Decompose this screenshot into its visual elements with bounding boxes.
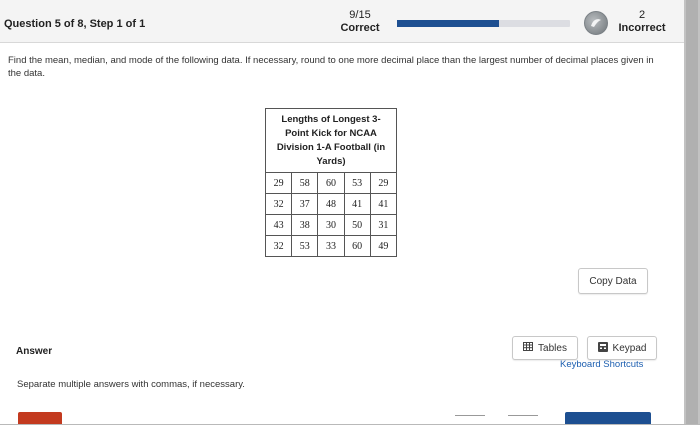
table-cell: 41 [369,193,398,215]
tables-button[interactable]: Tables [512,336,578,360]
question-instructions: Find the mean, median, and mode of the f… [8,55,654,79]
table-cell: 49 [369,235,398,257]
keypad-button[interactable]: Keypad [587,336,657,360]
header-bar: Question 5 of 8, Step 1 of 1 9/15 Correc… [0,0,684,43]
table-cell: 29 [264,172,293,194]
table-cell: 33 [317,235,345,257]
copy-data-label: Copy Data [589,275,637,287]
table-cell: 60 [343,235,371,257]
table-cell: 32 [264,193,293,215]
table-row: 32 37 48 41 41 [264,193,398,215]
table-cell: 53 [343,172,371,194]
table-cell: 31 [369,214,398,236]
table-cell: 30 [317,214,345,236]
incorrect-label: Incorrect [618,22,666,34]
table-cell: 50 [343,214,371,236]
tables-label: Tables [538,342,567,354]
score-correct: 9/15 Correct [330,9,390,35]
logo-icon [584,11,608,35]
incorrect-count: 2 [638,9,646,21]
keypad-label: Keypad [612,342,647,354]
progress-fill [397,20,500,27]
table-cell: 58 [291,172,319,194]
table-cell: 43 [264,214,293,236]
table-cell: 29 [369,172,398,194]
table-cell: 32 [264,235,293,257]
score-value: 9/15 [349,9,371,21]
data-table: Lengths of Longest 3-Point Kick for NCAA… [264,108,398,257]
copy-data-button[interactable]: Copy Data [578,268,648,294]
keyboard-shortcuts-link[interactable]: Keyboard Shortcuts [560,359,643,370]
table-cell: 48 [317,193,345,215]
data-table-caption: Lengths of Longest 3-Point Kick for NCAA… [265,108,397,172]
keypad-icon [597,341,608,355]
table-row: 29 58 60 53 29 [264,172,398,194]
bottom-red-button[interactable] [18,412,62,424]
submit-answer-button[interactable] [565,412,651,424]
table-cell: 37 [291,193,319,215]
data-table-container: Lengths of Longest 3-Point Kick for NCAA… [264,108,398,257]
score-correct-label: Correct [340,22,380,34]
score-incorrect: 2 Incorrect [610,9,674,35]
data-table-body: 29 58 60 53 29 32 37 48 41 41 43 38 30 50 31 32 53 33 60 49 [264,172,398,257]
table-icon [523,342,534,354]
progress-bar [397,20,570,27]
table-cell: 38 [291,214,319,236]
table-cell: 41 [343,193,371,215]
scrollbar-thumb[interactable] [686,0,698,424]
table-cell: 60 [317,172,345,194]
question-page: Question 5 of 8, Step 1 of 1 9/15 Correc… [0,0,684,424]
table-cell: 53 [291,235,319,257]
question-step-label: Question 5 of 8, Step 1 of 1 [4,18,146,30]
answer-label: Answer [16,346,53,357]
table-row: 32 53 33 60 49 [264,235,398,257]
answer-hint: Separate multiple answers with commas, i… [17,379,245,390]
table-row: 43 38 30 50 31 [264,214,398,236]
